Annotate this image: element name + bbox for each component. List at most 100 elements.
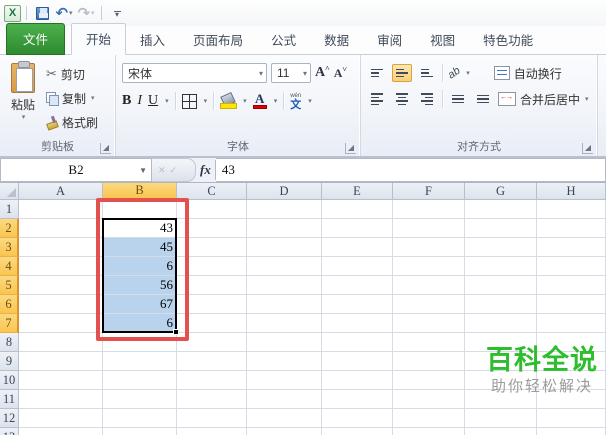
customize-toolbar-button[interactable]: ▾: [107, 3, 127, 23]
cell-C12[interactable]: [177, 409, 247, 428]
cell-B5[interactable]: 56: [103, 276, 177, 295]
cell-B2[interactable]: 43: [103, 219, 177, 238]
cell-F5[interactable]: [393, 276, 465, 295]
cell-H10[interactable]: [537, 371, 606, 390]
cell-D8[interactable]: [247, 333, 322, 352]
row-header-6[interactable]: 6: [0, 295, 19, 314]
tab-4[interactable]: 公式: [257, 25, 310, 55]
cell-A11[interactable]: [19, 390, 103, 409]
row-header-10[interactable]: 10: [0, 371, 19, 390]
paste-button[interactable]: 粘贴 ▾: [0, 61, 46, 132]
cell-B8[interactable]: [103, 333, 177, 352]
cell-A7[interactable]: [19, 314, 103, 333]
decrease-indent-icon[interactable]: [448, 90, 468, 108]
cell-F9[interactable]: [393, 352, 465, 371]
cell-G7[interactable]: [465, 314, 537, 333]
cell-D13[interactable]: [247, 428, 322, 435]
column-header-F[interactable]: F: [393, 183, 465, 200]
bottom-align-icon[interactable]: [417, 64, 437, 82]
tab-5[interactable]: 数据: [310, 25, 363, 55]
tab-1[interactable]: 开始: [71, 23, 127, 55]
cell-A1[interactable]: [19, 200, 103, 219]
cell-C8[interactable]: [177, 333, 247, 352]
cell-C4[interactable]: [177, 257, 247, 276]
cell-D10[interactable]: [247, 371, 322, 390]
cell-E12[interactable]: [322, 409, 393, 428]
tab-3[interactable]: 页面布局: [179, 25, 257, 55]
row-header-2[interactable]: 2: [0, 219, 19, 238]
clipboard-dialog-launcher-icon[interactable]: ◢: [100, 143, 111, 154]
cell-B6[interactable]: 67: [103, 295, 177, 314]
font-size-select[interactable]: 11 ▾: [271, 63, 311, 83]
cell-F4[interactable]: [393, 257, 465, 276]
cell-E13[interactable]: [322, 428, 393, 435]
cell-E11[interactable]: [322, 390, 393, 409]
phonetic-dropdown-icon[interactable]: ▾: [308, 97, 312, 105]
tab-6[interactable]: 审阅: [363, 25, 416, 55]
cell-F10[interactable]: [393, 371, 465, 390]
cell-E9[interactable]: [322, 352, 393, 371]
column-header-H[interactable]: H: [537, 183, 606, 200]
cell-C9[interactable]: [177, 352, 247, 371]
cell-G13[interactable]: [465, 428, 537, 435]
row-header-4[interactable]: 4: [0, 257, 19, 276]
cell-D2[interactable]: [247, 219, 322, 238]
cell-G4[interactable]: [465, 257, 537, 276]
phonetic-guide-button[interactable]: wén 文: [290, 92, 301, 111]
tab-7[interactable]: 视图: [416, 25, 469, 55]
font-name-select[interactable]: 宋体 ▾: [122, 63, 267, 83]
cell-G8[interactable]: [465, 333, 537, 352]
cell-C11[interactable]: [177, 390, 247, 409]
cell-C2[interactable]: [177, 219, 247, 238]
cell-A9[interactable]: [19, 352, 103, 371]
orientation-icon[interactable]: ab: [446, 65, 463, 82]
cell-G11[interactable]: [465, 390, 537, 409]
orientation-dropdown-icon[interactable]: ▾: [466, 69, 470, 77]
cell-G10[interactable]: [465, 371, 537, 390]
copy-dropdown-icon[interactable]: ▾: [91, 94, 95, 102]
column-header-C[interactable]: C: [177, 183, 247, 200]
undo-button[interactable]: ↶ ▾: [54, 3, 74, 23]
row-header-5[interactable]: 5: [0, 276, 19, 295]
cell-D6[interactable]: [247, 295, 322, 314]
cell-F2[interactable]: [393, 219, 465, 238]
cell-E4[interactable]: [322, 257, 393, 276]
paste-dropdown-icon[interactable]: ▾: [22, 113, 26, 121]
row-header-8[interactable]: 8: [0, 333, 19, 352]
cell-C10[interactable]: [177, 371, 247, 390]
cell-H3[interactable]: [537, 238, 606, 257]
cell-D5[interactable]: [247, 276, 322, 295]
cell-G1[interactable]: [465, 200, 537, 219]
redo-button[interactable]: ↷ ▾: [76, 3, 96, 23]
merge-center-dropdown-icon[interactable]: ▾: [585, 95, 589, 103]
cut-button[interactable]: ✂ 剪切: [46, 64, 98, 84]
tab-8[interactable]: 特色功能: [469, 25, 547, 55]
cell-D3[interactable]: [247, 238, 322, 257]
cell-D12[interactable]: [247, 409, 322, 428]
cell-F8[interactable]: [393, 333, 465, 352]
row-header-7[interactable]: 7: [0, 314, 19, 333]
cell-E3[interactable]: [322, 238, 393, 257]
cell-B13[interactable]: [103, 428, 177, 435]
top-align-icon[interactable]: [367, 64, 387, 82]
cell-A3[interactable]: [19, 238, 103, 257]
cell-G12[interactable]: [465, 409, 537, 428]
cell-C1[interactable]: [177, 200, 247, 219]
cell-E2[interactable]: [322, 219, 393, 238]
name-box[interactable]: B2 ▼: [0, 158, 152, 182]
cell-G3[interactable]: [465, 238, 537, 257]
cell-H4[interactable]: [537, 257, 606, 276]
cell-F6[interactable]: [393, 295, 465, 314]
cell-B10[interactable]: [103, 371, 177, 390]
cell-F1[interactable]: [393, 200, 465, 219]
cell-G2[interactable]: [465, 219, 537, 238]
cell-A8[interactable]: [19, 333, 103, 352]
cell-H2[interactable]: [537, 219, 606, 238]
undo-dropdown-icon[interactable]: ▾: [69, 9, 73, 17]
merge-center-button[interactable]: 合并后居中 ▾: [498, 91, 589, 108]
format-painter-button[interactable]: 格式刷: [46, 112, 98, 132]
cell-H11[interactable]: [537, 390, 606, 409]
bold-button[interactable]: B: [122, 93, 131, 109]
cell-A2[interactable]: [19, 219, 103, 238]
cell-G5[interactable]: [465, 276, 537, 295]
